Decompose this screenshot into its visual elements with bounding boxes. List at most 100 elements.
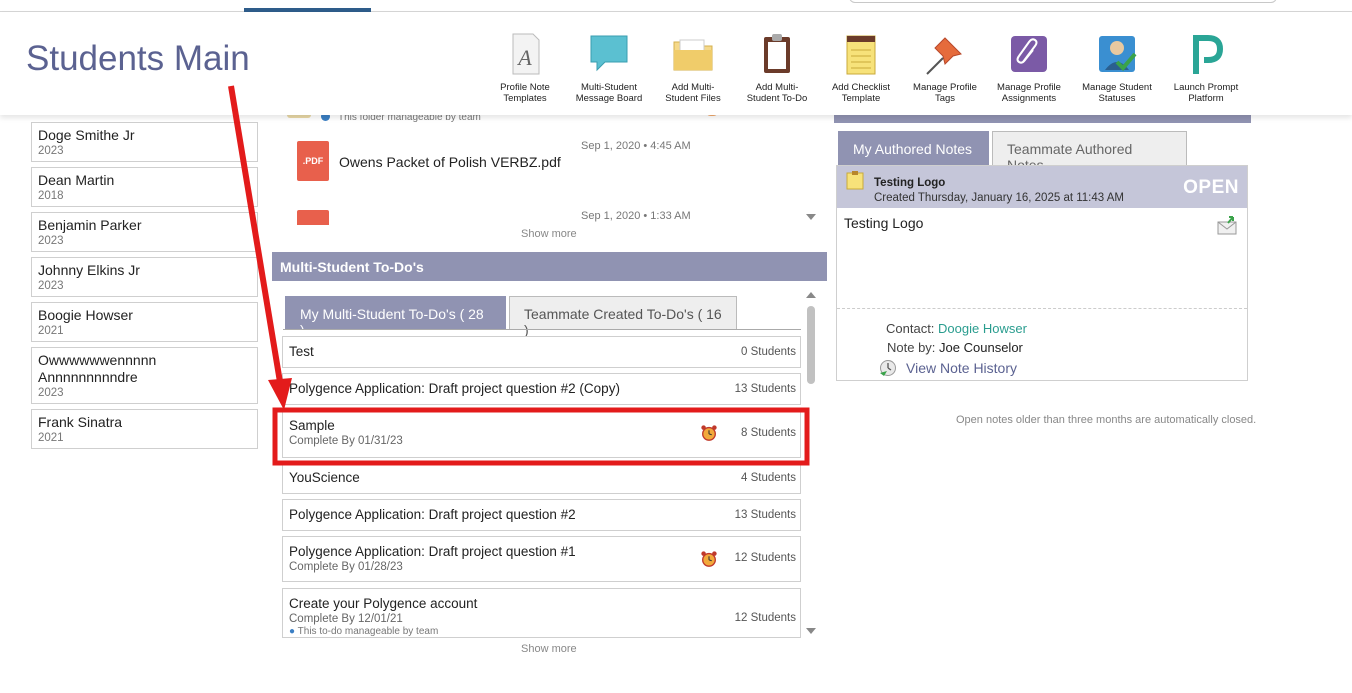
tool-label-line1: Manage Profile	[913, 82, 977, 93]
note-card[interactable]: Testing Logo Created Thursday, January 1…	[836, 165, 1248, 381]
file-name-link[interactable]: Owens Packet of Polish VERBZ.pdf	[339, 154, 561, 170]
tab-my-authored-notes[interactable]: My Authored Notes	[838, 131, 989, 165]
tool-label-line1: Profile Note	[500, 82, 550, 93]
manage-profile-tags-button[interactable]: Manage Profile Tags	[900, 32, 990, 104]
tab-teammate-authored-notes[interactable]: Teammate Authored Notes	[992, 131, 1187, 173]
files-show-more-link[interactable]: Show more	[521, 228, 577, 240]
todo-due-date: Complete By 01/28/23	[289, 561, 403, 573]
add-multi-student-files-button[interactable]: Add Multi- Student Files	[648, 32, 738, 104]
todo-item[interactable]: YouScience 4 Students	[282, 462, 801, 494]
note-contact-link[interactable]: Doogie Howser	[938, 321, 1027, 336]
student-card[interactable]: Boogie Howser 2021	[31, 302, 258, 342]
tool-label-line1: Manage Profile	[997, 82, 1061, 93]
manage-profile-assignments-button[interactable]: Manage Profile Assignments	[984, 32, 1074, 104]
student-year: 2023	[38, 235, 64, 247]
tool-label-line2: Templates	[503, 93, 547, 104]
todo-due-date: Complete By 01/31/23	[289, 435, 403, 447]
student-year: 2023	[38, 280, 64, 292]
note-created-date: Created Thursday, January 16, 2025 at 11…	[874, 192, 1124, 204]
student-card[interactable]: Dean Martin 2018	[31, 167, 258, 207]
student-card[interactable]: Johnny Elkins Jr 2023	[31, 257, 258, 297]
send-email-icon[interactable]	[1216, 215, 1238, 235]
todo-item[interactable]: Sample Complete By 01/31/23 8 Students	[282, 410, 801, 458]
tool-label-line2: Platform	[1188, 93, 1224, 104]
note-contact: Contact: Doogie Howser	[886, 321, 1027, 336]
student-card[interactable]: Frank Sinatra 2021	[31, 409, 258, 449]
note-header: Testing Logo Created Thursday, January 1…	[837, 166, 1247, 208]
add-multi-student-todo-button[interactable]: Add Multi- Student To-Do	[732, 32, 822, 104]
student-name-continued: Annnnnnnnndre	[38, 369, 138, 385]
view-note-history-link[interactable]: View Note History	[906, 360, 1017, 376]
student-year: 2018	[38, 190, 64, 202]
note-status-badge: OPEN	[1183, 177, 1239, 198]
tab-my-todos[interactable]: My Multi-Student To-Do's ( 28 )	[285, 296, 506, 338]
tool-label-line2: Student To-Do	[746, 93, 808, 104]
todo-scrollbar[interactable]	[806, 292, 816, 638]
paperclip-icon	[1011, 36, 1047, 72]
scrollbar-thumb[interactable]	[807, 306, 815, 384]
todo-title: Polygence Application: Draft project que…	[289, 544, 576, 559]
tool-label-line1: Manage Student	[1082, 82, 1152, 93]
todo-item[interactable]: Polygence Application: Draft project que…	[282, 499, 801, 531]
student-year: 2023	[38, 387, 64, 399]
todo-item[interactable]: Polygence Application: Draft project que…	[282, 536, 801, 582]
todo-title: Polygence Application: Draft project que…	[289, 507, 576, 522]
top-search-input[interactable]	[849, 0, 1277, 3]
file-date: Sep 1, 2020 • 1:33 AM	[581, 210, 691, 222]
scroll-up-arrow-icon[interactable]	[806, 292, 816, 298]
todo-show-more-link[interactable]: Show more	[521, 643, 577, 655]
student-name: Boogie Howser	[38, 307, 133, 323]
student-name: Benjamin Parker	[38, 217, 142, 233]
file-date: Sep 1, 2020 • 4:45 AM	[581, 140, 691, 152]
scroll-down-arrow-icon[interactable]	[806, 214, 816, 220]
todo-team-note: ● This to-do manageable by team	[289, 626, 794, 637]
todo-due-date: Complete By 12/01/21	[289, 613, 403, 625]
add-checklist-template-button[interactable]: Add Checklist Template	[816, 32, 906, 104]
todo-student-count: 0 Students	[741, 346, 796, 358]
page-title: Students Main	[26, 39, 250, 78]
note-title: Testing Logo	[874, 177, 946, 189]
multi-student-message-board-button[interactable]: Multi-Student Message Board	[564, 32, 654, 104]
student-card[interactable]: Benjamin Parker 2023	[31, 212, 258, 252]
todo-title: Polygence Application: Draft project que…	[289, 381, 620, 396]
profile-note-templates-button[interactable]: A Profile Note Templates	[480, 32, 570, 104]
todo-item[interactable]: Create your Polygence account Complete B…	[282, 588, 801, 638]
page-header: Students Main A Profile Note Templates Mu…	[0, 12, 1352, 115]
tool-label-line2: Statuses	[1098, 93, 1136, 104]
team-icon: ●	[289, 626, 296, 637]
pdf-file-icon	[297, 210, 329, 225]
student-status-icon	[1099, 36, 1137, 72]
todo-student-count: 12 Students	[734, 552, 796, 564]
todo-item[interactable]: Polygence Application: Draft project que…	[282, 373, 801, 405]
note-contact-label: Contact:	[886, 321, 935, 336]
tab-teammate-todos[interactable]: Teammate Created To-Do's ( 16 )	[509, 296, 737, 338]
notepad-icon	[846, 35, 876, 75]
student-card[interactable]: Doge Smithe Jr 2023	[31, 122, 258, 162]
todo-student-count: 8 Students	[741, 427, 796, 439]
note-body-text: Testing Logo	[844, 215, 924, 231]
note-divider	[837, 308, 1247, 309]
student-name: Doge Smithe Jr	[38, 127, 135, 143]
folder-icon	[673, 39, 713, 71]
student-name: Johnny Elkins Jr	[38, 262, 140, 278]
alarm-clock-icon	[701, 425, 717, 441]
tool-label-line1: Add Multi-	[671, 82, 715, 93]
svg-text:A: A	[516, 45, 532, 70]
launch-prompt-platform-button[interactable]: Launch Prompt Platform	[1161, 32, 1251, 104]
tool-label-line1: Launch Prompt	[1173, 82, 1239, 93]
note-author-name: Joe Counselor	[939, 340, 1023, 355]
note-history[interactable]: View Note History	[879, 359, 1017, 377]
todo-item[interactable]: Test 0 Students	[282, 336, 801, 368]
tool-label-line2: Tags	[934, 93, 956, 104]
scroll-down-arrow-icon[interactable]	[806, 628, 816, 634]
tool-label-line2: Message Board	[575, 93, 643, 104]
student-card[interactable]: Owwwwwwennnnn Annnnnnnnndre 2023	[31, 347, 258, 404]
todo-student-count: 13 Students	[734, 509, 796, 521]
todo-student-count: 13 Students	[734, 383, 796, 395]
history-clock-icon	[880, 360, 896, 376]
tool-label-line1: Multi-Student	[581, 82, 637, 93]
note-author-label: Note by:	[887, 340, 936, 355]
files-scrollbar[interactable]	[806, 110, 816, 222]
todo-title: YouScience	[289, 470, 360, 485]
manage-student-statuses-button[interactable]: Manage Student Statuses	[1072, 32, 1162, 104]
